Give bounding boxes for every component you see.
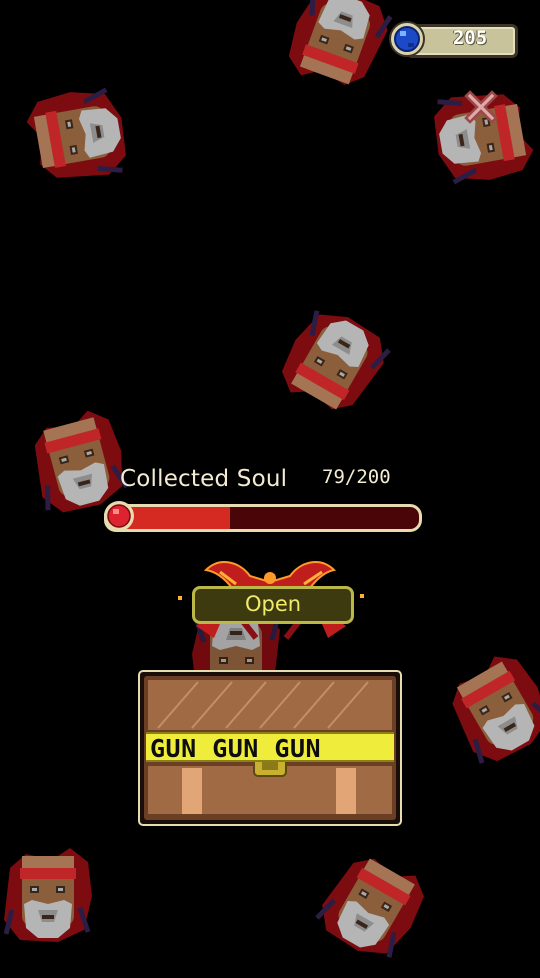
collected-soul-label: Collected Soul [120,466,288,492]
currency-value: 205 [452,27,488,49]
red-soul-gem-icon [102,499,136,533]
floating-soul-head [0,838,102,948]
floating-soul-head [422,632,540,782]
blue-gem-icon [388,20,426,58]
treasure-chest[interactable]: GUN GUN GUN [138,670,402,826]
collected-soul-count: 79/200 [322,466,391,488]
floating-soul-head [298,828,448,978]
open-button-area: Open [176,554,366,646]
close-button[interactable] [460,86,502,128]
open-button[interactable]: Open [192,586,354,624]
soul-progress-bar [104,504,422,532]
floating-soul-head [11,73,138,200]
chest-band-text: GUN GUN GUN [146,732,394,762]
currency-display: 205 [388,20,518,58]
close-icon [464,90,498,124]
floating-soul-head [258,290,408,440]
